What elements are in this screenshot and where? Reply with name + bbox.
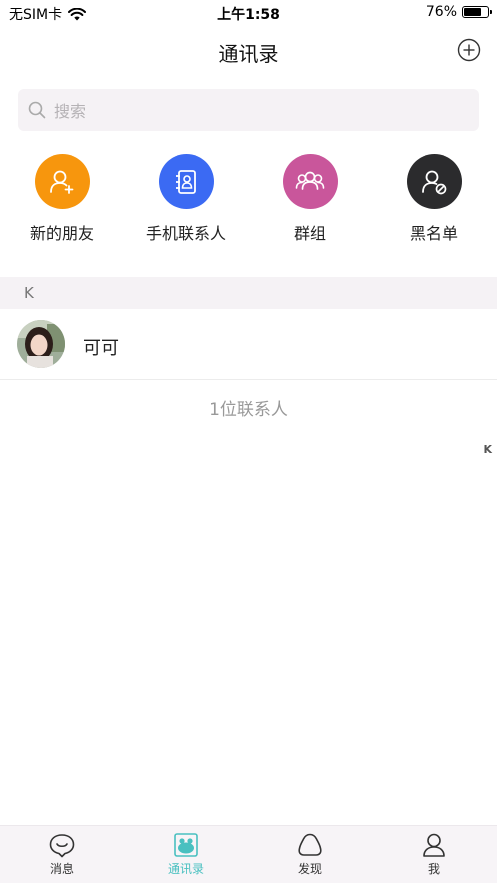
groups-circle <box>282 154 338 209</box>
section-header: K <box>0 277 497 309</box>
phone-contacts-circle <box>158 154 214 209</box>
new-friends-circle <box>34 154 90 209</box>
tab-me-label: 我 <box>427 862 440 876</box>
tab-discover-label: 发现 <box>297 862 322 876</box>
tab-bar: 消息 通讯录 发现 我 <box>0 825 497 883</box>
phone-contacts-label: 手机联系人 <box>145 224 226 243</box>
status-right: 76% <box>425 4 492 20</box>
contacts-icon <box>174 833 198 857</box>
new-friends-button[interactable]: 新的朋友 <box>0 154 124 244</box>
groups-label: 群组 <box>293 224 326 243</box>
avatar <box>17 320 65 368</box>
tab-discover[interactable]: 发现 <box>248 832 372 877</box>
search-icon <box>28 101 46 119</box>
status-time: 上午1:58 <box>217 7 280 23</box>
quick-actions: 新的朋友 手机联系人 群组 黑名单 <box>0 154 497 254</box>
phone-contacts-button[interactable]: 手机联系人 <box>124 154 248 244</box>
battery-fill <box>464 8 482 16</box>
tab-contacts[interactable]: 通讯录 <box>124 832 248 877</box>
blacklist-circle <box>406 154 462 209</box>
blocked-user-icon <box>422 170 447 194</box>
search-placeholder: 搜索 <box>54 102 87 121</box>
avatar-image <box>17 320 65 368</box>
tab-me[interactable]: 我 <box>372 832 496 877</box>
address-book-icon <box>176 169 196 194</box>
search-input[interactable]: 搜索 <box>18 89 479 131</box>
tab-contacts-label: 通讯录 <box>167 862 204 876</box>
chat-icon <box>49 834 75 858</box>
contact-name: 可可 <box>83 338 119 359</box>
contact-row[interactable]: 可可 <box>0 309 497 380</box>
add-user-icon <box>50 170 74 194</box>
plus-circle-icon[interactable] <box>457 38 481 62</box>
battery-icon <box>462 6 492 18</box>
new-friends-label: 新的朋友 <box>29 224 94 243</box>
index-letter-k[interactable]: K <box>483 443 492 456</box>
nav-bar: 通讯录 <box>0 26 497 76</box>
tab-messages-label: 消息 <box>49 862 74 876</box>
blacklist-button[interactable]: 黑名单 <box>372 154 496 244</box>
group-icon <box>295 171 325 190</box>
profile-icon <box>423 833 445 857</box>
page-title: 通讯录 <box>218 42 279 66</box>
blacklist-label: 黑名单 <box>409 224 458 243</box>
tab-messages[interactable]: 消息 <box>0 832 124 877</box>
discover-icon <box>298 833 322 856</box>
groups-button[interactable]: 群组 <box>248 154 372 244</box>
contact-count: 1位联系人 <box>209 400 288 420</box>
status-bar: 无SIM卡 上午1:58 76% <box>0 0 497 26</box>
battery-percent: 76% <box>425 4 457 20</box>
